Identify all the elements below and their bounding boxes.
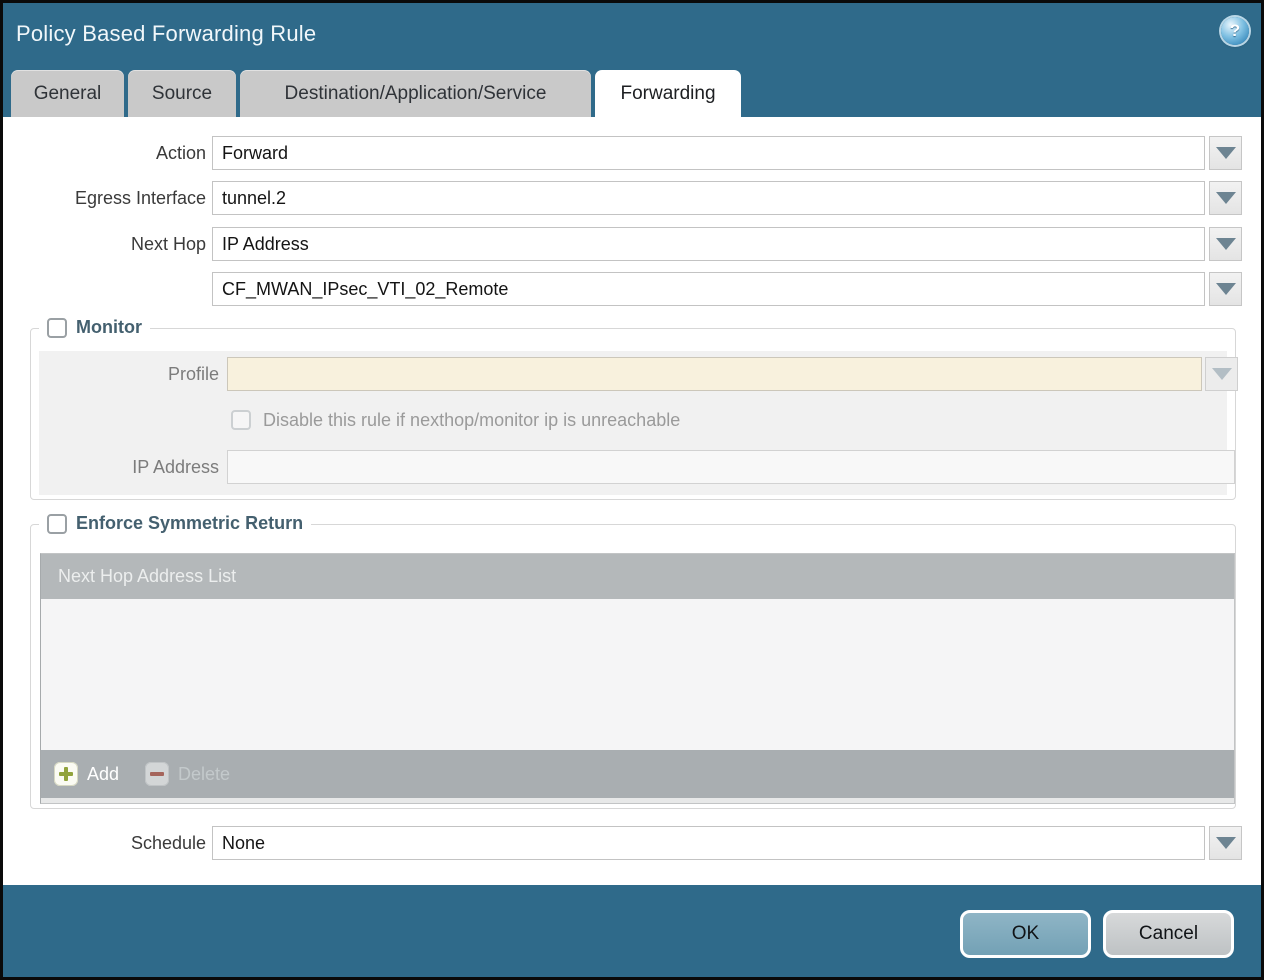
dialog-footer: OK Cancel	[3, 885, 1261, 977]
profile-label: Profile	[31, 357, 219, 391]
schedule-row: Schedule None	[3, 826, 1261, 860]
tab-destination-application-service[interactable]: Destination/Application/Service	[240, 70, 591, 117]
next-hop-address-list-header: Next Hop Address List	[41, 554, 1234, 599]
chevron-down-icon	[1216, 837, 1236, 849]
next-hop-row: Next Hop IP Address	[3, 227, 1261, 261]
schedule-dropdown-button[interactable]	[1209, 826, 1242, 860]
monitor-ip-address-input[interactable]	[227, 450, 1235, 484]
delete-icon	[145, 762, 169, 786]
egress-interface-row: Egress Interface tunnel.2	[3, 181, 1261, 215]
action-dropdown-button[interactable]	[1209, 136, 1242, 170]
dialog-title: Policy Based Forwarding Rule	[16, 21, 316, 47]
dialog-titlebar: Policy Based Forwarding Rule ?	[3, 3, 1261, 67]
next-hop-dropdown-button[interactable]	[1209, 227, 1242, 261]
next-hop-address-list-body[interactable]	[41, 599, 1234, 750]
action-row: Action Forward	[3, 136, 1261, 170]
enforce-symmetric-return-checkbox[interactable]	[47, 514, 67, 534]
chevron-down-icon	[1216, 192, 1236, 204]
help-icon[interactable]: ?	[1221, 17, 1249, 45]
delete-button[interactable]: Delete	[145, 762, 230, 786]
schedule-select[interactable]: None	[212, 826, 1205, 860]
next-hop-type-select[interactable]: IP Address	[212, 227, 1205, 261]
monitor-group: Monitor Profile Disable this rule if nex…	[30, 328, 1236, 500]
action-label: Action	[3, 136, 206, 170]
profile-select[interactable]	[227, 357, 1202, 391]
tab-source[interactable]: Source	[128, 70, 236, 117]
table-bottom-strip	[41, 798, 1234, 803]
chevron-down-icon	[1216, 147, 1236, 159]
enforce-symmetric-return-legend-label: Enforce Symmetric Return	[76, 513, 303, 534]
enforce-symmetric-return-legend: Enforce Symmetric Return	[39, 513, 311, 534]
egress-interface-label: Egress Interface	[3, 181, 206, 215]
schedule-label: Schedule	[3, 826, 206, 860]
next-hop-address-row: CF_MWAN_IPsec_VTI_02_Remote	[3, 272, 1261, 306]
add-button[interactable]: Add	[54, 762, 119, 786]
disable-rule-checkbox[interactable]	[231, 410, 251, 430]
egress-interface-dropdown-button[interactable]	[1209, 181, 1242, 215]
tab-general[interactable]: General	[11, 70, 124, 117]
add-button-label: Add	[87, 764, 119, 785]
chevron-down-icon	[1216, 283, 1236, 295]
next-hop-address-select[interactable]: CF_MWAN_IPsec_VTI_02_Remote	[212, 272, 1205, 306]
next-hop-address-list-table: Next Hop Address List Add Delete	[40, 553, 1235, 804]
enforce-symmetric-return-group: Enforce Symmetric Return Next Hop Addres…	[30, 524, 1236, 809]
profile-dropdown-button[interactable]	[1205, 357, 1238, 391]
forwarding-tab-panel: Action Forward Egress Interface tunnel.2…	[3, 117, 1261, 885]
tab-bar: General Source Destination/Application/S…	[3, 67, 1261, 117]
chevron-down-icon	[1212, 368, 1232, 380]
monitor-legend-label: Monitor	[76, 317, 142, 338]
next-hop-address-dropdown-button[interactable]	[1209, 272, 1242, 306]
policy-based-forwarding-dialog: Policy Based Forwarding Rule ? General S…	[0, 0, 1264, 980]
chevron-down-icon	[1216, 238, 1236, 250]
ok-button[interactable]: OK	[960, 910, 1091, 958]
next-hop-address-list-toolbar: Add Delete	[41, 750, 1234, 798]
cancel-button[interactable]: Cancel	[1103, 910, 1234, 958]
monitor-legend: Monitor	[39, 317, 150, 338]
monitor-checkbox[interactable]	[47, 318, 67, 338]
monitor-ip-address-label: IP Address	[31, 450, 219, 484]
tab-forwarding[interactable]: Forwarding	[595, 70, 741, 117]
disable-rule-label: Disable this rule if nexthop/monitor ip …	[263, 409, 680, 431]
add-icon	[54, 762, 78, 786]
delete-button-label: Delete	[178, 764, 230, 785]
egress-interface-select[interactable]: tunnel.2	[212, 181, 1205, 215]
next-hop-label: Next Hop	[3, 227, 206, 261]
action-select[interactable]: Forward	[212, 136, 1205, 170]
